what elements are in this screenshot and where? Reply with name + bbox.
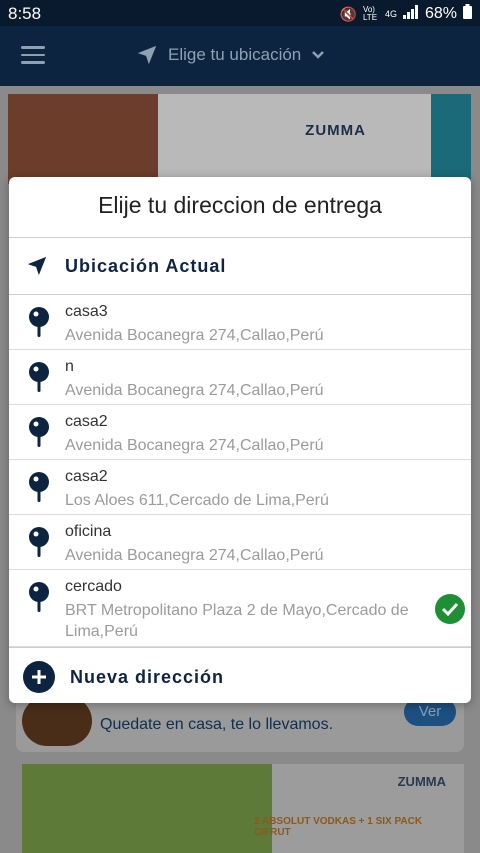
- address-line: Avenida Bocanegra 274,Callao,Perú: [65, 547, 324, 564]
- new-address-label: Nueva dirección: [70, 666, 225, 687]
- food-image: [22, 696, 92, 746]
- address-name: oficina: [65, 523, 112, 540]
- brand-logo: ZUMMA: [305, 122, 366, 139]
- map-pin-icon: [28, 362, 50, 397]
- status-bar: 8:58 🔇 Vo) LTE 4G 68%: [0, 0, 480, 26]
- address-line: Avenida Bocanegra 274,Callao,Perú: [65, 327, 324, 344]
- battery-percent: 68%: [424, 5, 457, 22]
- map-pin-icon: [28, 417, 50, 452]
- address-line: Los Aloes 611,Cercado de Lima,Perú: [65, 492, 329, 509]
- address-list: casa3 Avenida Bocanegra 274,Callao,Perú n A…: [9, 295, 471, 647]
- network-type: 4G: [384, 9, 397, 19]
- address-item[interactable]: cercado BRT Metropolitano Plaza 2 de Mayo…: [9, 570, 471, 647]
- battery-icon: [463, 4, 472, 24]
- address-name: casa3: [65, 303, 108, 320]
- map-pin-icon: [28, 472, 50, 507]
- address-item[interactable]: n Avenida Bocanegra 274,Callao,Perú: [9, 350, 471, 405]
- address-line: Avenida Bocanegra 274,Callao,Perú: [65, 382, 324, 399]
- address-item[interactable]: casa2 Los Aloes 611,Cercado de Lima,Perú: [9, 460, 471, 515]
- mute-icon: 🔇: [339, 5, 357, 22]
- address-name: casa2: [65, 413, 108, 430]
- delivery-address-dialog: Elije tu direccion de entrega Ubicación …: [9, 177, 471, 703]
- status-time: 8:58: [8, 4, 42, 23]
- map-pin-icon: [28, 582, 50, 617]
- top-banner: ZUMMA: [8, 94, 471, 184]
- navigation-arrow-icon: [27, 256, 47, 276]
- address-line: BRT Metropolitano Plaza 2 de Mayo,Cercad…: [65, 602, 409, 640]
- address-name: cercado: [65, 578, 122, 595]
- address-line: Avenida Bocanegra 274,Callao,Perú: [65, 437, 324, 454]
- promo-card-text: Quedate en casa, te lo llevamos.: [100, 716, 334, 733]
- location-label: Elige tu ubicación: [168, 45, 302, 64]
- address-name: casa2: [65, 468, 108, 485]
- address-item[interactable]: casa2 Avenida Bocanegra 274,Callao,Perú: [9, 405, 471, 460]
- status-icons: 🔇 Vo) LTE 4G 68%: [340, 4, 472, 24]
- address-item[interactable]: oficina Avenida Bocanegra 274,Callao,Perú: [9, 515, 471, 570]
- chevron-down-icon: [312, 51, 325, 59]
- dialog-title: Elije tu direccion de entrega: [9, 177, 471, 238]
- navigation-arrow-icon: [137, 45, 157, 65]
- map-pin-icon: [28, 307, 50, 342]
- drinks-promo-text: 2 ABSOLUT VODKAS + 1 SIX PACK CIFRUT: [254, 816, 423, 838]
- address-item[interactable]: casa3 Avenida Bocanegra 274,Callao,Perú: [9, 295, 471, 350]
- volte-indicator: Vo) LTE: [362, 5, 378, 22]
- new-address-button[interactable]: Nueva dirección: [9, 647, 471, 703]
- selected-check-icon: [435, 594, 465, 624]
- address-name: n: [65, 358, 74, 375]
- current-location-label: Ubicación Actual: [65, 255, 227, 276]
- current-location-option[interactable]: Ubicación Actual: [9, 238, 471, 295]
- drinks-banner: 2 ABSOLUT VODKAS + 1 SIX PACK CIFRUT ZUM…: [22, 764, 464, 853]
- signal-icon: [402, 4, 419, 24]
- brand-logo-small: ZUMMA: [397, 774, 446, 789]
- app-bar: Elige tu ubicación: [0, 26, 480, 86]
- location-selector[interactable]: Elige tu ubicación: [136, 44, 325, 66]
- menu-icon[interactable]: [21, 46, 45, 64]
- plus-icon: [23, 661, 55, 693]
- map-pin-icon: [28, 527, 50, 562]
